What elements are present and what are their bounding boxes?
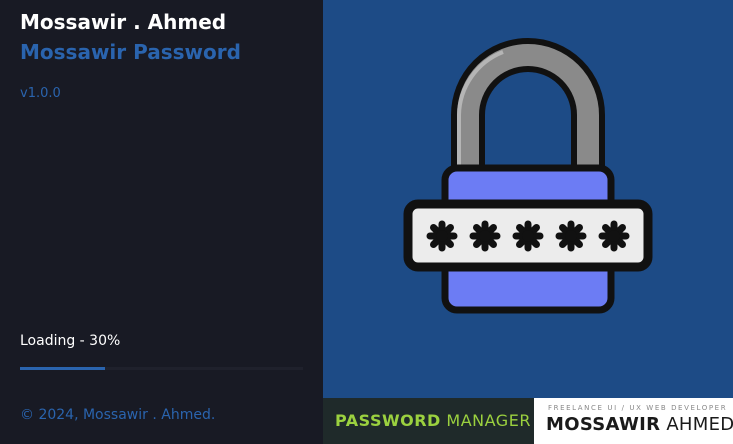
asterisk-icon [512,220,544,252]
product-name-light: MANAGER [446,411,531,430]
loading-panel: Mossawir . Ahmed Mossawir Password v1.0.… [0,0,323,444]
brand-logo: MOSSAWIR AHMED [546,414,733,435]
app-title: Mossawir . Ahmed [20,10,227,34]
asterisk-icon [555,220,587,252]
brand-banner: FREELANCE UI / UX WEB DEVELOPER MOSSAWIR… [534,398,733,444]
product-name: PASSWORD MANAGER [335,411,531,430]
product-banner: PASSWORD MANAGER [323,398,534,444]
copyright-text: © 2024, Mossawir . Ahmed. [20,407,216,423]
asterisk-icon [426,220,458,252]
brand-name-light: AHMED [666,414,733,435]
progress-fill [20,367,105,370]
brand-name-bold: MOSSAWIR [546,414,661,435]
progress-bar [20,367,303,370]
app-subtitle: Mossawir Password [20,40,241,64]
asterisk-icon [469,220,501,252]
product-name-strong: PASSWORD [335,411,441,430]
loading-label: Loading - 30% [20,333,121,349]
brand-tagline: FREELANCE UI / UX WEB DEVELOPER [548,404,728,412]
hero-panel [323,0,733,398]
version-label: v1.0.0 [20,86,61,101]
padlock-password-icon [403,38,653,314]
asterisk-icon [598,220,630,252]
